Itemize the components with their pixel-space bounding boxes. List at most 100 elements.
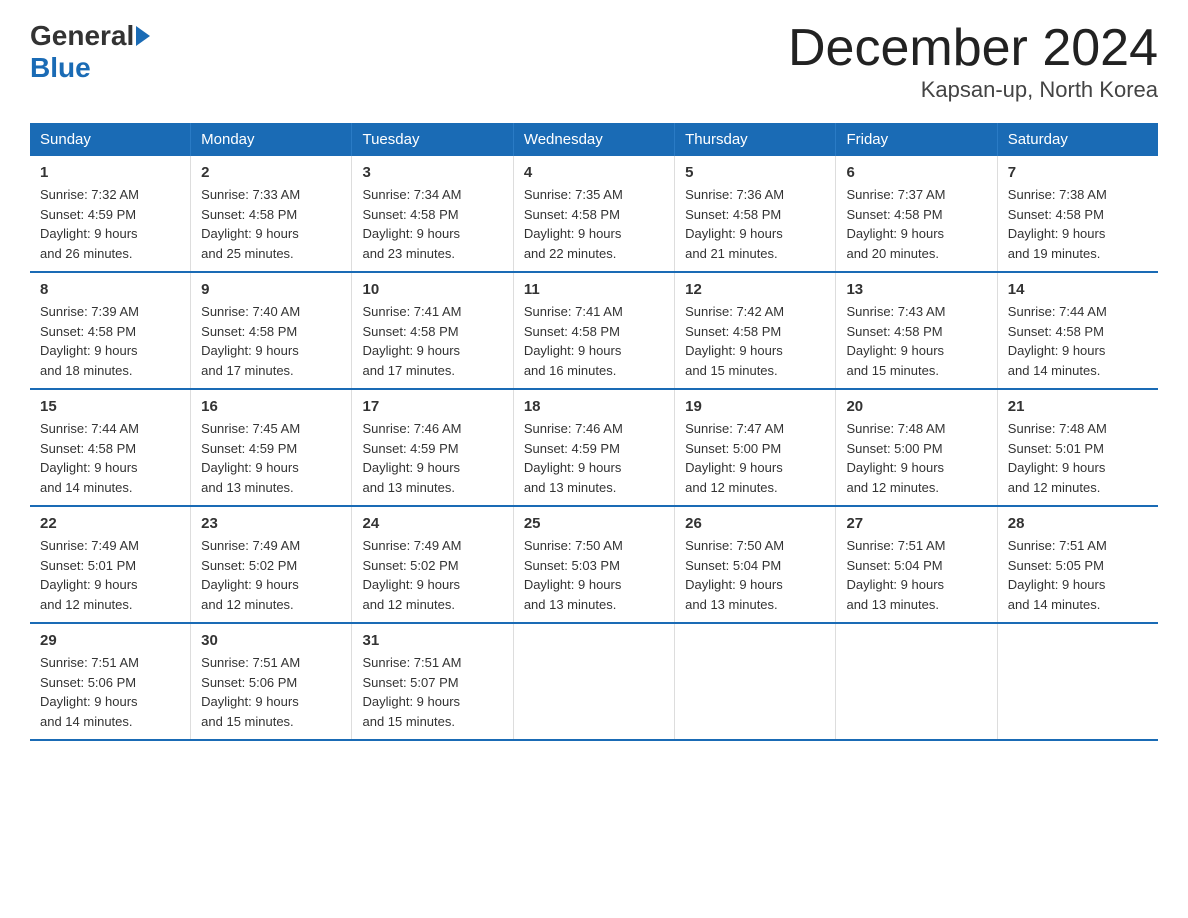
logo-arrow-icon <box>136 26 150 46</box>
calendar-week-row: 1Sunrise: 7:32 AM Sunset: 4:59 PM Daylig… <box>30 156 1158 272</box>
calendar-week-row: 15Sunrise: 7:44 AM Sunset: 4:58 PM Dayli… <box>30 389 1158 506</box>
day-number: 17 <box>362 398 502 415</box>
day-info: Sunrise: 7:38 AM Sunset: 4:58 PM Dayligh… <box>1008 185 1148 263</box>
day-number: 20 <box>846 398 986 415</box>
day-info: Sunrise: 7:42 AM Sunset: 4:58 PM Dayligh… <box>685 302 825 380</box>
calendar-cell: 19Sunrise: 7:47 AM Sunset: 5:00 PM Dayli… <box>675 389 836 506</box>
calendar-cell: 16 Sunrise: 7:45 AM Sunset: 4:59 PM Dayli… <box>191 389 352 506</box>
day-number: 18 <box>524 398 664 415</box>
day-number: 15 <box>40 398 180 415</box>
day-info: Sunrise: 7:48 AM Sunset: 5:01 PM Dayligh… <box>1008 419 1148 497</box>
calendar-cell: 9 Sunrise: 7:40 AM Sunset: 4:58 PM Daylig… <box>191 272 352 389</box>
calendar-cell: 11 Sunrise: 7:41 AM Sunset: 4:58 PM Dayli… <box>513 272 674 389</box>
calendar-cell: 7Sunrise: 7:38 AM Sunset: 4:58 PM Daylig… <box>997 156 1158 272</box>
day-number: 11 <box>524 281 664 298</box>
weekday-header-saturday: Saturday <box>997 123 1158 156</box>
day-number: 3 <box>362 164 502 181</box>
calendar-cell: 28 Sunrise: 7:51 AM Sunset: 5:05 PM Dayli… <box>997 506 1158 623</box>
calendar-cell: 23 Sunrise: 7:49 AM Sunset: 5:02 PM Dayli… <box>191 506 352 623</box>
day-number: 10 <box>362 281 502 298</box>
calendar-cell <box>675 623 836 740</box>
day-info: Sunrise: 7:45 AM Sunset: 4:59 PM Dayligh… <box>201 419 341 497</box>
calendar-cell: 3 Sunrise: 7:34 AM Sunset: 4:58 PM Daylig… <box>352 156 513 272</box>
day-info: Sunrise: 7:40 AM Sunset: 4:58 PM Dayligh… <box>201 302 341 380</box>
calendar-table: SundayMondayTuesdayWednesdayThursdayFrid… <box>30 123 1158 741</box>
day-number: 31 <box>362 632 502 649</box>
calendar-cell: 15Sunrise: 7:44 AM Sunset: 4:58 PM Dayli… <box>30 389 191 506</box>
day-number: 2 <box>201 164 341 181</box>
day-info: Sunrise: 7:50 AM Sunset: 5:03 PM Dayligh… <box>524 536 664 614</box>
day-number: 9 <box>201 281 341 298</box>
calendar-cell: 10Sunrise: 7:41 AM Sunset: 4:58 PM Dayli… <box>352 272 513 389</box>
logo: General Blue <box>30 20 152 84</box>
day-number: 1 <box>40 164 180 181</box>
title-block: December 2024 Kapsan-up, North Korea <box>788 20 1158 103</box>
day-number: 13 <box>846 281 986 298</box>
weekday-header-friday: Friday <box>836 123 997 156</box>
day-info: Sunrise: 7:41 AM Sunset: 4:58 PM Dayligh… <box>524 302 664 380</box>
day-number: 16 <box>201 398 341 415</box>
calendar-cell: 6Sunrise: 7:37 AM Sunset: 4:58 PM Daylig… <box>836 156 997 272</box>
day-number: 4 <box>524 164 664 181</box>
day-info: Sunrise: 7:51 AM Sunset: 5:05 PM Dayligh… <box>1008 536 1148 614</box>
day-info: Sunrise: 7:49 AM Sunset: 5:01 PM Dayligh… <box>40 536 180 614</box>
calendar-week-row: 22Sunrise: 7:49 AM Sunset: 5:01 PM Dayli… <box>30 506 1158 623</box>
calendar-cell <box>836 623 997 740</box>
calendar-week-row: 8 Sunrise: 7:39 AM Sunset: 4:58 PM Daylig… <box>30 272 1158 389</box>
calendar-title: December 2024 <box>788 20 1158 77</box>
day-number: 28 <box>1008 515 1148 532</box>
day-info: Sunrise: 7:37 AM Sunset: 4:58 PM Dayligh… <box>846 185 986 263</box>
calendar-cell: 2 Sunrise: 7:33 AM Sunset: 4:58 PM Daylig… <box>191 156 352 272</box>
weekday-header-monday: Monday <box>191 123 352 156</box>
day-number: 27 <box>846 515 986 532</box>
day-info: Sunrise: 7:44 AM Sunset: 4:58 PM Dayligh… <box>1008 302 1148 380</box>
logo-blue: Blue <box>30 52 91 84</box>
day-number: 8 <box>40 281 180 298</box>
calendar-cell: 14 Sunrise: 7:44 AM Sunset: 4:58 PM Dayli… <box>997 272 1158 389</box>
calendar-cell: 12 Sunrise: 7:42 AM Sunset: 4:58 PM Dayli… <box>675 272 836 389</box>
calendar-cell <box>997 623 1158 740</box>
day-info: Sunrise: 7:46 AM Sunset: 4:59 PM Dayligh… <box>524 419 664 497</box>
day-info: Sunrise: 7:51 AM Sunset: 5:07 PM Dayligh… <box>362 653 502 731</box>
calendar-cell: 13 Sunrise: 7:43 AM Sunset: 4:58 PM Dayli… <box>836 272 997 389</box>
day-info: Sunrise: 7:33 AM Sunset: 4:58 PM Dayligh… <box>201 185 341 263</box>
calendar-cell: 4Sunrise: 7:35 AM Sunset: 4:58 PM Daylig… <box>513 156 674 272</box>
day-info: Sunrise: 7:34 AM Sunset: 4:58 PM Dayligh… <box>362 185 502 263</box>
calendar-cell: 18 Sunrise: 7:46 AM Sunset: 4:59 PM Dayli… <box>513 389 674 506</box>
day-info: Sunrise: 7:50 AM Sunset: 5:04 PM Dayligh… <box>685 536 825 614</box>
weekday-header-tuesday: Tuesday <box>352 123 513 156</box>
day-number: 14 <box>1008 281 1148 298</box>
day-number: 12 <box>685 281 825 298</box>
day-info: Sunrise: 7:36 AM Sunset: 4:58 PM Dayligh… <box>685 185 825 263</box>
calendar-cell: 24Sunrise: 7:49 AM Sunset: 5:02 PM Dayli… <box>352 506 513 623</box>
day-number: 5 <box>685 164 825 181</box>
day-number: 26 <box>685 515 825 532</box>
day-number: 30 <box>201 632 341 649</box>
calendar-header-row: SundayMondayTuesdayWednesdayThursdayFrid… <box>30 123 1158 156</box>
logo-general: General <box>30 20 134 52</box>
day-info: Sunrise: 7:39 AM Sunset: 4:58 PM Dayligh… <box>40 302 180 380</box>
page-header: General Blue December 2024 Kapsan-up, No… <box>30 20 1158 103</box>
calendar-week-row: 29 Sunrise: 7:51 AM Sunset: 5:06 PM Dayli… <box>30 623 1158 740</box>
day-info: Sunrise: 7:47 AM Sunset: 5:00 PM Dayligh… <box>685 419 825 497</box>
calendar-cell: 25 Sunrise: 7:50 AM Sunset: 5:03 PM Dayli… <box>513 506 674 623</box>
weekday-header-thursday: Thursday <box>675 123 836 156</box>
calendar-cell: 17 Sunrise: 7:46 AM Sunset: 4:59 PM Dayli… <box>352 389 513 506</box>
day-info: Sunrise: 7:46 AM Sunset: 4:59 PM Dayligh… <box>362 419 502 497</box>
day-info: Sunrise: 7:48 AM Sunset: 5:00 PM Dayligh… <box>846 419 986 497</box>
day-info: Sunrise: 7:49 AM Sunset: 5:02 PM Dayligh… <box>201 536 341 614</box>
day-number: 29 <box>40 632 180 649</box>
calendar-cell: 8 Sunrise: 7:39 AM Sunset: 4:58 PM Daylig… <box>30 272 191 389</box>
calendar-cell: 1Sunrise: 7:32 AM Sunset: 4:59 PM Daylig… <box>30 156 191 272</box>
calendar-cell: 21 Sunrise: 7:48 AM Sunset: 5:01 PM Dayli… <box>997 389 1158 506</box>
day-info: Sunrise: 7:51 AM Sunset: 5:06 PM Dayligh… <box>201 653 341 731</box>
day-number: 21 <box>1008 398 1148 415</box>
day-info: Sunrise: 7:43 AM Sunset: 4:58 PM Dayligh… <box>846 302 986 380</box>
calendar-cell: 31 Sunrise: 7:51 AM Sunset: 5:07 PM Dayli… <box>352 623 513 740</box>
calendar-cell: 5 Sunrise: 7:36 AM Sunset: 4:58 PM Daylig… <box>675 156 836 272</box>
day-number: 25 <box>524 515 664 532</box>
calendar-cell: 20 Sunrise: 7:48 AM Sunset: 5:00 PM Dayli… <box>836 389 997 506</box>
calendar-cell <box>513 623 674 740</box>
day-number: 23 <box>201 515 341 532</box>
weekday-header-sunday: Sunday <box>30 123 191 156</box>
